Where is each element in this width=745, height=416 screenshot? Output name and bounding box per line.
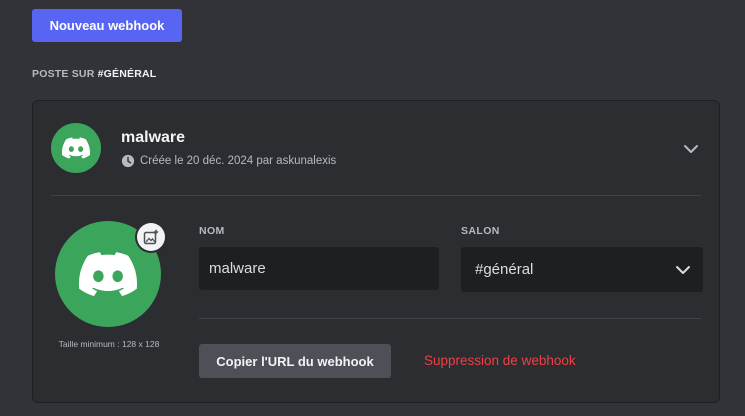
- section-channel: #GÉNÉRAL: [97, 68, 157, 80]
- webhook-meta: Créée le 20 déc. 2024 par askunalexis: [121, 154, 336, 168]
- copy-webhook-url-button[interactable]: Copier l'URL du webhook: [199, 344, 391, 378]
- discord-logo-icon: [62, 137, 90, 159]
- new-webhook-button[interactable]: Nouveau webhook: [32, 9, 182, 42]
- add-image-icon: [143, 229, 159, 245]
- channel-label: SALON: [461, 225, 500, 237]
- clock-icon: [121, 154, 135, 168]
- created-text: Créée le 20 déc. 2024 par askunalexis: [140, 155, 337, 167]
- webhook-name: malware: [121, 129, 186, 146]
- webhook-avatar-small: [51, 123, 101, 173]
- channel-select-value: #général: [475, 261, 534, 278]
- divider: [51, 195, 701, 196]
- chevron-up-icon: [684, 145, 698, 153]
- discord-logo-icon: [79, 252, 137, 296]
- divider: [199, 318, 701, 319]
- chevron-down-icon: [676, 265, 690, 274]
- delete-webhook-button[interactable]: Suppression de webhook: [424, 353, 576, 368]
- posted-prefix: POSTE SUR: [32, 68, 98, 80]
- section-label: POSTE SUR #GÉNÉRAL: [32, 68, 156, 80]
- expand-toggle[interactable]: [683, 141, 699, 157]
- upload-image-button[interactable]: [137, 223, 165, 251]
- webhook-card: malware Créée le 20 déc. 2024 par askuna…: [32, 100, 720, 403]
- min-size-hint: Taille minimum : 128 x 128: [58, 339, 160, 349]
- name-label: NOM: [199, 225, 225, 237]
- channel-select[interactable]: #général: [461, 247, 703, 292]
- name-input[interactable]: [199, 247, 439, 290]
